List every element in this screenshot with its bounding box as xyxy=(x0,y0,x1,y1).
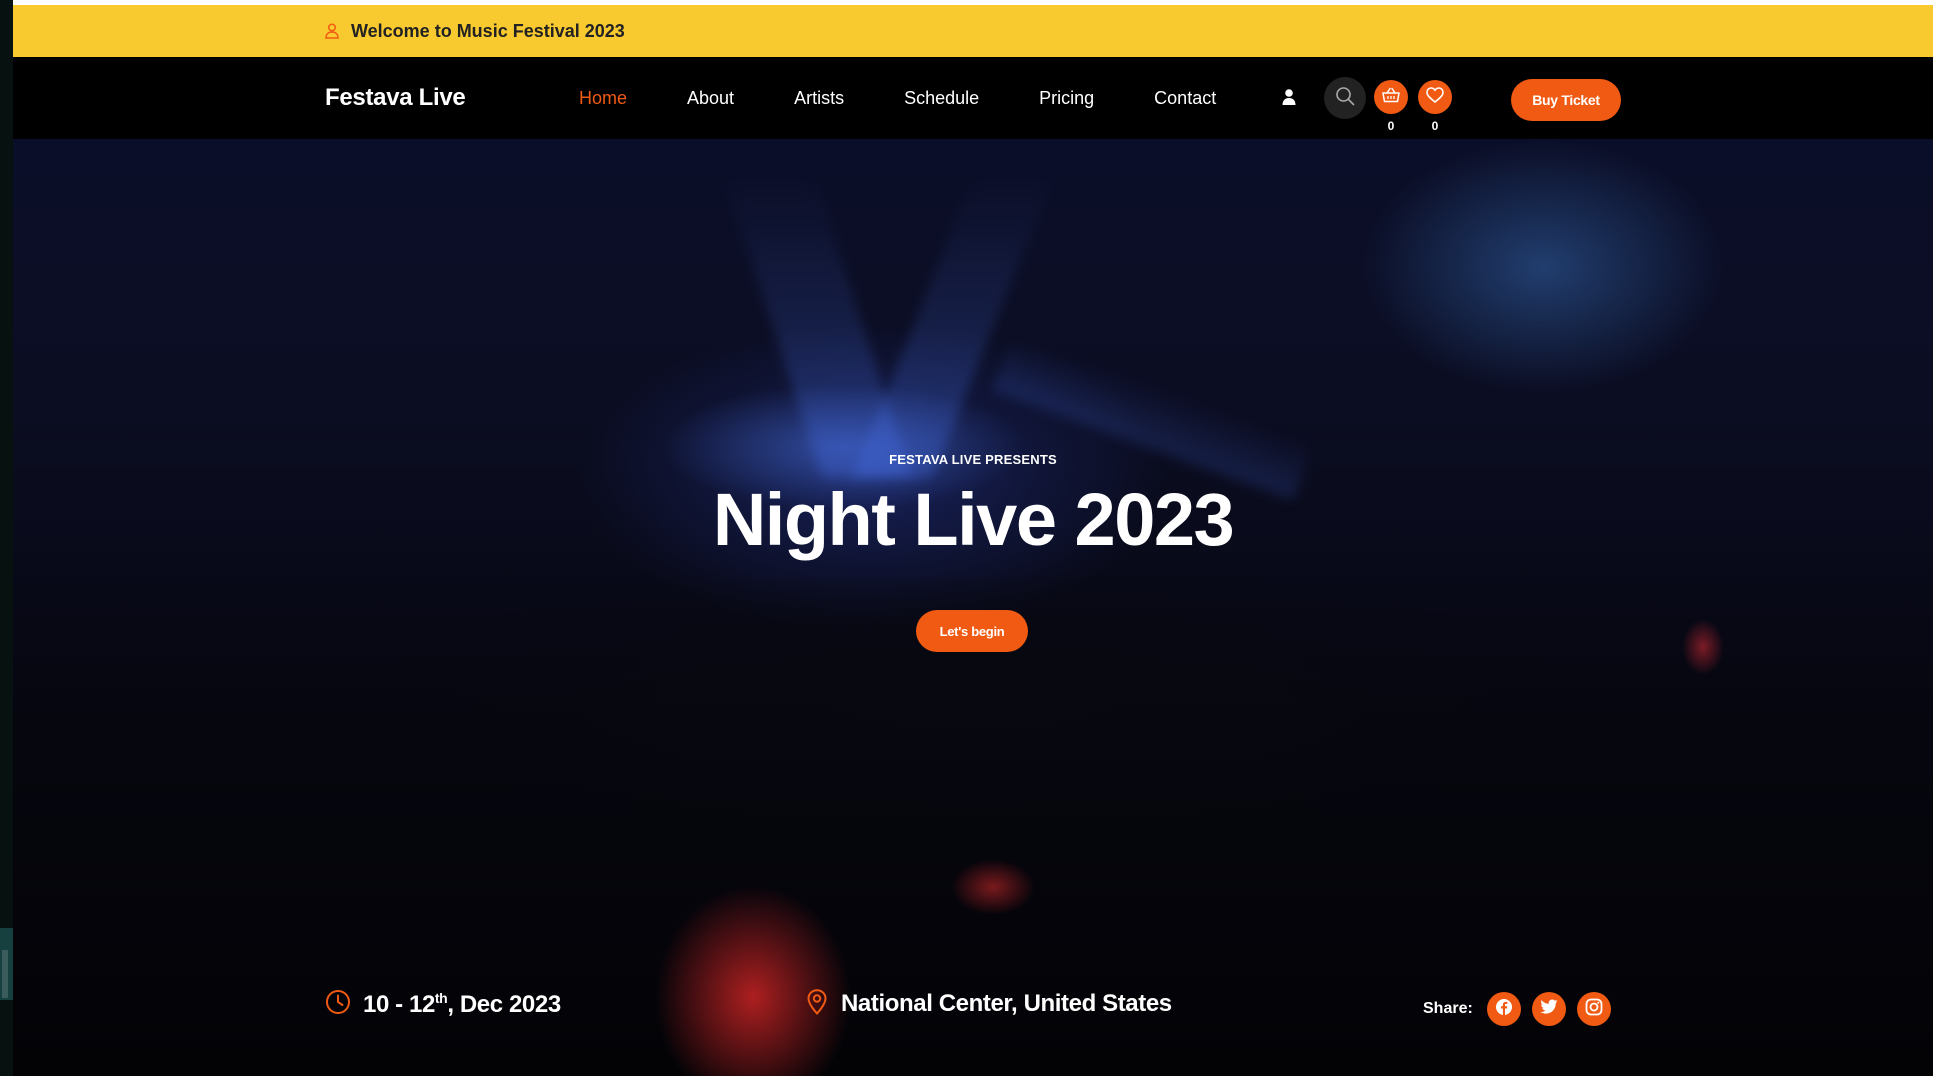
facebook-icon xyxy=(1495,998,1513,1021)
heart-icon xyxy=(1426,86,1444,108)
nav-schedule[interactable]: Schedule xyxy=(904,88,979,109)
event-date-text: 10 - 12th, Dec 2023 xyxy=(363,990,561,1019)
announcement-content: Welcome to Music Festival 2023 xyxy=(325,5,625,57)
nav-about[interactable]: About xyxy=(687,88,734,109)
site-logo[interactable]: Festava Live xyxy=(325,57,466,139)
user-icon[interactable] xyxy=(1282,88,1296,106)
map-pin-icon xyxy=(807,988,827,1020)
announcement-text: Welcome to Music Festival 2023 xyxy=(351,20,625,41)
wishlist-button[interactable] xyxy=(1418,80,1452,114)
light-beam xyxy=(852,177,1054,477)
event-date-suffix: th xyxy=(434,989,448,1006)
hero-kicker: FESTAVA LIVE PRESENTS xyxy=(889,452,1057,467)
page: Welcome to Music Festival 2023 Festava L… xyxy=(13,0,1933,1076)
left-edge-scroll-mark xyxy=(2,950,8,998)
hero-background xyxy=(13,57,1933,1076)
cart-icon xyxy=(1382,87,1400,108)
event-location-text: National Center, United States xyxy=(841,990,1172,1017)
event-date-month: , Dec 2023 xyxy=(447,990,561,1018)
nav-home[interactable]: Home xyxy=(579,88,627,109)
share-facebook-button[interactable] xyxy=(1486,992,1521,1026)
nav-artists[interactable]: Artists xyxy=(794,88,844,109)
share-group: Share: xyxy=(1423,991,1622,1027)
lets-begin-button[interactable]: Let's begin xyxy=(916,610,1028,652)
announcement-bar: Welcome to Music Festival 2023 xyxy=(13,5,1933,57)
user-outline-icon xyxy=(325,23,339,39)
wishlist-count-badge: 0 xyxy=(1431,119,1439,133)
cart-button[interactable] xyxy=(1374,80,1408,114)
hero-title: Night Live 2023 xyxy=(712,478,1235,561)
navbar: Festava Live Home About Artists Schedule… xyxy=(13,57,1933,139)
instagram-icon xyxy=(1585,998,1603,1021)
event-location: National Center, United States xyxy=(807,984,1172,1024)
left-edge-strip xyxy=(0,0,13,1076)
main-nav: Home About Artists Schedule Pricing Cont… xyxy=(579,57,1276,139)
search-icon xyxy=(1335,86,1355,111)
clock-icon xyxy=(325,989,351,1020)
search-button[interactable] xyxy=(1324,77,1366,119)
cart-count-badge: 0 xyxy=(1387,119,1395,133)
twitter-icon xyxy=(1540,999,1558,1020)
event-date-range: 10 - 12 xyxy=(363,990,435,1018)
nav-contact[interactable]: Contact xyxy=(1154,88,1216,109)
nav-pricing[interactable]: Pricing xyxy=(1039,88,1094,109)
share-twitter-button[interactable] xyxy=(1531,992,1566,1026)
share-label: Share: xyxy=(1423,1000,1473,1017)
share-instagram-button[interactable] xyxy=(1576,992,1611,1026)
buy-ticket-button[interactable]: Buy Ticket xyxy=(1511,79,1621,121)
event-date: 10 - 12th, Dec 2023 xyxy=(325,984,561,1024)
